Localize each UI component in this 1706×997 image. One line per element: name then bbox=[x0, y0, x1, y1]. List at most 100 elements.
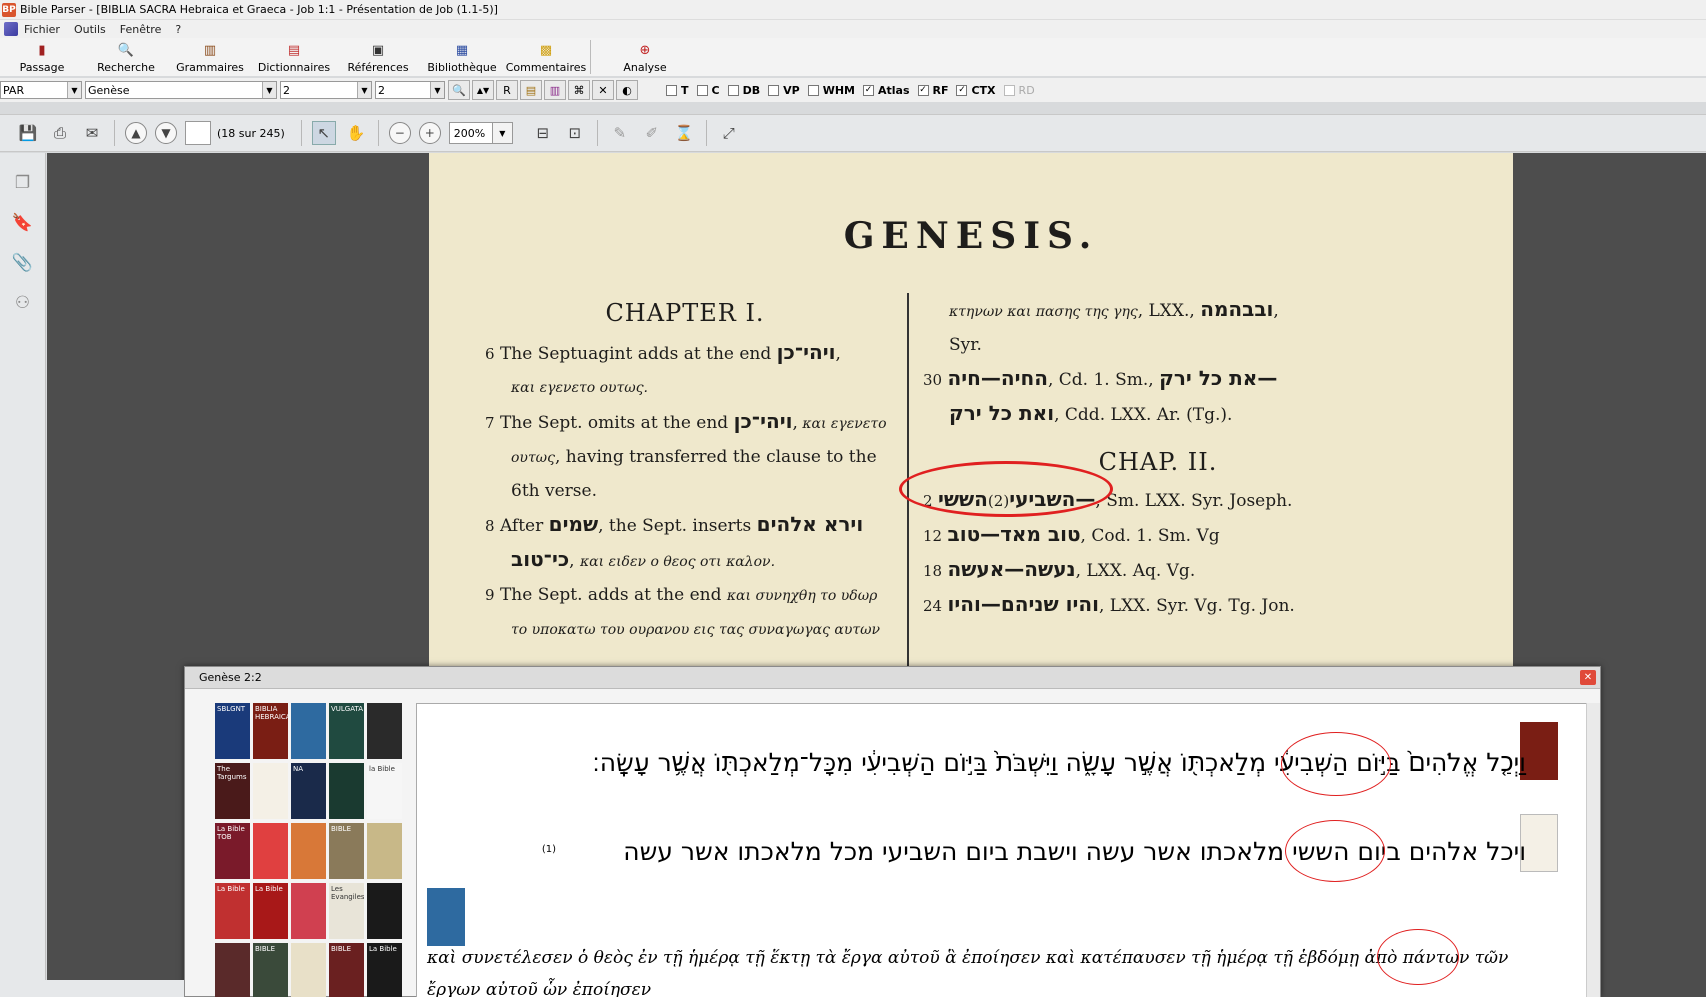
bible-version-thumbnail[interactable] bbox=[367, 703, 402, 759]
bible-version-thumbnail[interactable]: SBLGNT bbox=[215, 703, 250, 759]
version-select[interactable]: PAR ▼ bbox=[0, 81, 82, 99]
menu-fenetre[interactable]: Fenêtre bbox=[120, 23, 162, 36]
print-icon[interactable]: ⎙ bbox=[48, 121, 72, 145]
bible-version-thumbnail[interactable]: BIBLE bbox=[329, 943, 364, 997]
bible-version-thumbnail[interactable]: BIBLIA HEBRAICA bbox=[253, 703, 288, 759]
checkbox-t[interactable]: T bbox=[666, 84, 689, 97]
checkbox-whm[interactable]: WHM bbox=[807, 84, 855, 97]
zoom-in-icon[interactable]: + bbox=[418, 122, 441, 144]
passage-button[interactable]: ▮ Passage bbox=[0, 41, 84, 75]
save-icon[interactable]: 💾 bbox=[16, 121, 40, 145]
checkbox-box[interactable] bbox=[696, 84, 708, 96]
bible-version-thumbnail[interactable]: BIBLE bbox=[253, 943, 288, 997]
arrow-up-icon[interactable]: ▲ bbox=[125, 122, 147, 144]
checkbox-rf[interactable]: ✓ RF bbox=[917, 84, 948, 97]
network-button[interactable]: ⌘ bbox=[568, 80, 590, 100]
checkbox-box[interactable] bbox=[727, 84, 739, 96]
fit-page-icon[interactable]: ⊟ bbox=[531, 121, 555, 145]
analyse-button[interactable]: ⊕ Analyse bbox=[603, 41, 687, 75]
tools-button[interactable]: ✕ bbox=[592, 80, 614, 100]
spin-button[interactable]: ▲▼ bbox=[472, 80, 494, 100]
annotate-icon[interactable]: ✐ bbox=[640, 121, 664, 145]
close-icon[interactable]: ✕ bbox=[1580, 670, 1596, 685]
vertical-scrollbar[interactable] bbox=[1586, 703, 1600, 997]
attachment-icon[interactable]: 📎 bbox=[11, 251, 35, 275]
chevron-down-icon: ▼ bbox=[357, 82, 371, 98]
septuagint-thumbnail[interactable] bbox=[427, 888, 465, 946]
references-button[interactable]: ▣ Références bbox=[336, 41, 420, 75]
bible-version-thumbnail[interactable]: la Bible bbox=[367, 763, 402, 819]
bible-version-thumbnail[interactable] bbox=[291, 823, 326, 879]
notes-button[interactable]: ▤ bbox=[520, 80, 542, 100]
bible-version-thumbnail[interactable]: Les Evangiles bbox=[329, 883, 364, 939]
bible-version-thumbnail[interactable] bbox=[253, 763, 288, 819]
grammaires-button[interactable]: ▥ Grammaires bbox=[168, 41, 252, 75]
checkbox-db[interactable]: DB bbox=[727, 84, 760, 97]
checkbox-box-checked[interactable]: ✓ bbox=[917, 84, 929, 96]
page-number-input[interactable] bbox=[185, 121, 211, 145]
popup-title: Genèse 2:2 bbox=[185, 667, 1600, 689]
bible-version-thumbnail[interactable]: La Bible bbox=[253, 883, 288, 939]
zoom-out-icon[interactable]: − bbox=[388, 122, 411, 144]
verse-select[interactable]: 2 ▼ bbox=[375, 81, 445, 99]
bible-version-thumbnail[interactable] bbox=[291, 883, 326, 939]
left-column: CHAPTER I. 6 The Septuagint adds at the … bbox=[485, 293, 887, 647]
sign-icon[interactable]: ✎ bbox=[608, 121, 632, 145]
bible-version-thumbnail[interactable]: La Bible bbox=[367, 943, 402, 997]
bookmark-icon[interactable]: 🔖 bbox=[11, 211, 35, 235]
checkbox-atlas[interactable]: ✓ Atlas bbox=[862, 84, 910, 97]
footnote-marker[interactable]: (1) bbox=[542, 844, 556, 855]
checkbox-ctx[interactable]: ✓ CTX bbox=[956, 84, 996, 97]
checkbox-vp[interactable]: VP bbox=[768, 84, 800, 97]
library-books-button[interactable]: ▥ bbox=[544, 80, 566, 100]
audio-button[interactable]: ◐ bbox=[616, 80, 638, 100]
text-line: το υποκατω του ουρανου εις τας συναγωγας… bbox=[511, 622, 881, 638]
expand-icon[interactable]: ⤢ bbox=[717, 121, 741, 145]
checkbox-box-checked[interactable]: ✓ bbox=[862, 84, 874, 96]
bible-version-thumbnail[interactable] bbox=[367, 823, 402, 879]
checkbox-box[interactable] bbox=[807, 84, 819, 96]
highlight-ellipse bbox=[1377, 929, 1459, 985]
menu-help[interactable]: ? bbox=[175, 23, 181, 36]
bible-version-thumbnail[interactable]: La Bible TOB bbox=[215, 823, 250, 879]
menu-system-icon[interactable] bbox=[4, 22, 18, 36]
bible-version-thumbnail[interactable] bbox=[253, 823, 288, 879]
recherche-button[interactable]: 🔍 Recherche bbox=[84, 41, 168, 75]
pdf-sidebar: ❐ 🔖 📎 ⚇ bbox=[0, 153, 46, 997]
fit-width-icon[interactable]: ⊡ bbox=[563, 121, 587, 145]
dictionnaires-button[interactable]: ▤ Dictionnaires bbox=[252, 41, 336, 75]
r-button[interactable]: R bbox=[496, 80, 518, 100]
bible-version-thumbnail[interactable] bbox=[215, 943, 250, 997]
commentaires-button[interactable]: ▩ Commentaires bbox=[504, 41, 588, 75]
checkbox-box[interactable] bbox=[768, 84, 780, 96]
bible-version-thumbnail[interactable]: The Targums bbox=[215, 763, 250, 819]
bible-version-thumbnail[interactable]: BIBLE bbox=[329, 823, 364, 879]
zoom-search-button[interactable]: 🔍 bbox=[448, 80, 470, 100]
book-select[interactable]: Genèse ▼ bbox=[85, 81, 277, 99]
select-cursor-icon[interactable]: ↖ bbox=[311, 121, 336, 145]
pages-icon[interactable]: ❐ bbox=[11, 171, 35, 195]
checkbox-box-checked[interactable]: ✓ bbox=[956, 84, 968, 96]
bible-version-thumbnail[interactable] bbox=[291, 703, 326, 759]
bible-version-thumbnail[interactable] bbox=[329, 763, 364, 819]
window-title: Bible Parser - [BIBLIA SACRA Hebraica et… bbox=[20, 3, 498, 16]
bibliotheque-button[interactable]: ▦ Bibliothèque bbox=[420, 41, 504, 75]
stamp-icon[interactable]: ⌛ bbox=[672, 121, 696, 145]
chapter-select[interactable]: 2 ▼ bbox=[280, 81, 372, 99]
email-icon[interactable]: ✉ bbox=[80, 121, 104, 145]
binoculars-icon[interactable]: ⚇ bbox=[11, 291, 35, 315]
bible-version-thumbnail[interactable]: NA bbox=[291, 763, 326, 819]
bible-version-thumbnail[interactable] bbox=[291, 943, 326, 997]
bible-version-thumbnail[interactable] bbox=[367, 883, 402, 939]
menu-outils[interactable]: Outils bbox=[74, 23, 106, 36]
checkbox-box[interactable] bbox=[666, 84, 677, 96]
bible-version-thumbnail[interactable]: VULGATA bbox=[329, 703, 364, 759]
menu-fichier[interactable]: Fichier bbox=[24, 23, 60, 36]
dictionary-icon: ▤ bbox=[287, 42, 301, 58]
arrow-down-icon[interactable]: ▼ bbox=[155, 122, 177, 144]
bible-version-thumbnail[interactable]: La Bible bbox=[215, 883, 250, 939]
checkbox-c[interactable]: C bbox=[696, 84, 720, 97]
chevron-down-icon[interactable]: ▼ bbox=[492, 122, 513, 144]
hand-tool-icon[interactable]: ✋ bbox=[344, 121, 368, 145]
zoom-input[interactable]: 200% bbox=[448, 122, 493, 144]
